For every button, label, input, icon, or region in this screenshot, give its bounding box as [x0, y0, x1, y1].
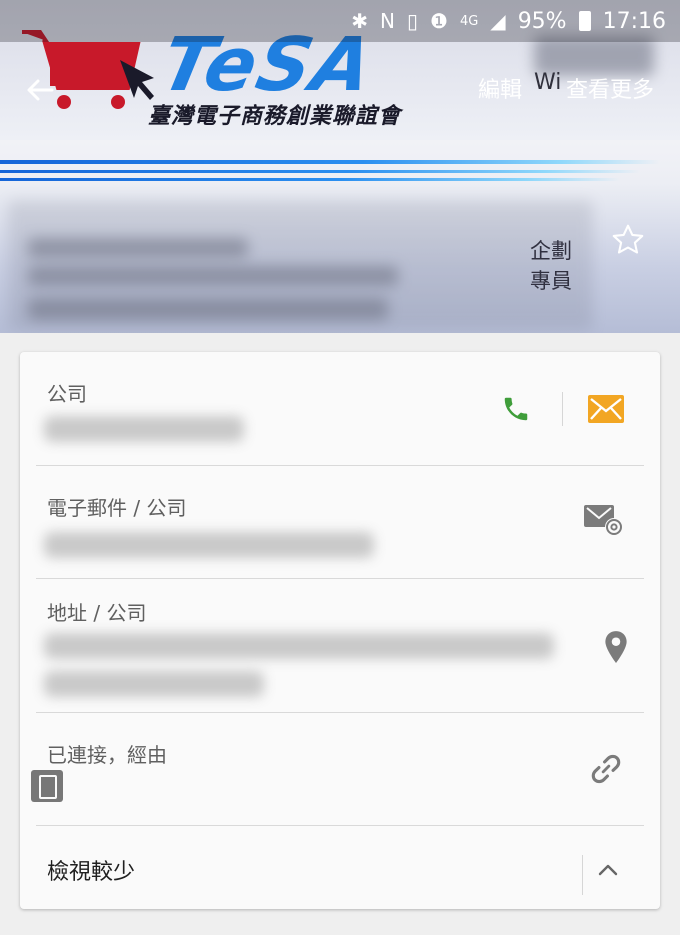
bluetooth-icon: ✱	[351, 9, 369, 33]
redacted-address-line	[44, 671, 264, 697]
tablet-device-icon	[31, 770, 63, 802]
card-stripe	[0, 178, 620, 181]
phone-row[interactable]: 公司	[36, 352, 644, 466]
redacted-card-text	[8, 200, 593, 330]
battery-percent: 95%	[517, 8, 567, 34]
message-button[interactable]	[584, 387, 628, 431]
star-outline-icon	[612, 224, 644, 254]
open-map-button[interactable]	[594, 625, 638, 669]
card-stripe	[0, 170, 640, 173]
envelope-icon	[588, 395, 624, 423]
back-button[interactable]	[20, 70, 60, 110]
email-label: 電子郵件 / 公司	[47, 496, 187, 520]
favorite-star-button[interactable]	[610, 222, 646, 258]
view-more-button[interactable]: 查看更多	[566, 72, 654, 104]
chevron-up-icon[interactable]	[590, 852, 626, 888]
network-type: 4G	[459, 13, 479, 29]
vibrate-icon: ▯	[406, 9, 418, 33]
redacted-phone-number	[44, 416, 244, 442]
email-row[interactable]: 電子郵件 / 公司	[36, 466, 644, 579]
linked-contacts-button[interactable]	[584, 747, 628, 791]
status-bar: ✱ N ▯ ❶ 4G ◢ 95% 17:16	[0, 0, 680, 42]
card-job-title: 企劃 專員	[530, 239, 572, 293]
sim-icon: ❶	[430, 9, 448, 33]
address-label: 地址 / 公司	[47, 601, 147, 625]
call-button[interactable]	[494, 387, 538, 431]
email-at-icon	[584, 505, 623, 536]
edit-button[interactable]: 編輯	[478, 72, 522, 104]
arrow-left-icon	[27, 79, 54, 101]
connected-via-label: 已連接，經由	[47, 743, 167, 767]
show-less-button[interactable]: 檢視較少	[47, 854, 135, 886]
card-name-fragment: Wi	[534, 70, 562, 95]
contact-details-card: 公司 電子郵件 / 公司 地址 / 公司 已連接，經由 檢視較少	[20, 352, 660, 909]
phone-icon	[504, 397, 528, 421]
signal-icon: ◢	[490, 9, 506, 33]
contact-header: Wi 企劃 專員 TeSA 臺灣電子商務創業聯誼會 ✱ N ▯ ❶ 4G ◢ 9…	[0, 0, 680, 333]
nfc-icon: N	[380, 9, 395, 33]
redacted-email-address	[44, 532, 374, 558]
address-row[interactable]: 地址 / 公司	[36, 579, 644, 895]
link-icon	[591, 754, 621, 784]
clock: 17:16	[602, 8, 666, 34]
phone-label: 公司	[47, 382, 87, 406]
action-divider	[562, 392, 563, 426]
card-stripe	[0, 160, 660, 164]
connected-via-row: 已連接，經由	[36, 713, 644, 826]
chevron-up-svg	[598, 864, 618, 876]
redacted-address-line	[44, 633, 554, 659]
logo-subtitle: 臺灣電子商務創業聯誼會	[148, 104, 402, 129]
location-pin-icon	[605, 631, 627, 663]
send-email-button[interactable]	[582, 498, 626, 542]
battery-icon	[578, 11, 591, 31]
